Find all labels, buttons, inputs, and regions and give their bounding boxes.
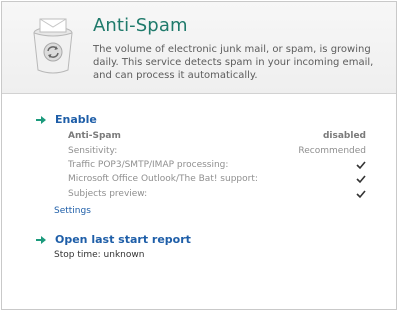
- arrow-right-icon: [36, 235, 46, 244]
- status-label: Sensitivity:: [68, 146, 118, 156]
- status-label: Traffic POP3/SMTP/IMAP processing:: [68, 160, 229, 170]
- status-row-traffic-processing: Traffic POP3/SMTP/IMAP processing:: [68, 158, 366, 172]
- mail-trash-icon: [33, 18, 73, 74]
- open-report-action[interactable]: Open last start report: [35, 233, 191, 246]
- checkmark-icon: [356, 161, 366, 170]
- checkmark-icon: [356, 175, 366, 184]
- status-value: disabled: [322, 131, 366, 141]
- page-title: Anti-Spam: [93, 15, 188, 36]
- status-label: Subjects preview:: [68, 189, 148, 199]
- page-description: The volume of electronic junk mail, or s…: [93, 44, 374, 81]
- status-row-sensitivity: Sensitivity: Recommended: [68, 144, 366, 158]
- arrow-right-icon: [36, 115, 46, 124]
- settings-link[interactable]: Settings: [54, 206, 91, 216]
- panel-header: Anti-Spam The volume of electronic junk …: [2, 2, 396, 94]
- status-row-subjects-preview: Subjects preview:: [68, 187, 366, 201]
- status-row-outlook-support: Microsoft Office Outlook/The Bat! suppor…: [68, 172, 366, 186]
- status-row-anti-spam: Anti-Spam disabled: [68, 129, 366, 143]
- open-report-label: Open last start report: [55, 233, 191, 246]
- checkmark-icon: [356, 190, 366, 199]
- status-label: Microsoft Office Outlook/The Bat! suppor…: [68, 174, 258, 184]
- status-label: Anti-Spam: [68, 131, 121, 141]
- enable-action[interactable]: Enable: [35, 113, 97, 126]
- stop-time-text: Stop time: unknown: [54, 250, 145, 260]
- anti-spam-panel: Anti-Spam The volume of electronic junk …: [1, 1, 397, 310]
- status-value: Recommended: [298, 146, 366, 156]
- enable-label: Enable: [55, 113, 97, 126]
